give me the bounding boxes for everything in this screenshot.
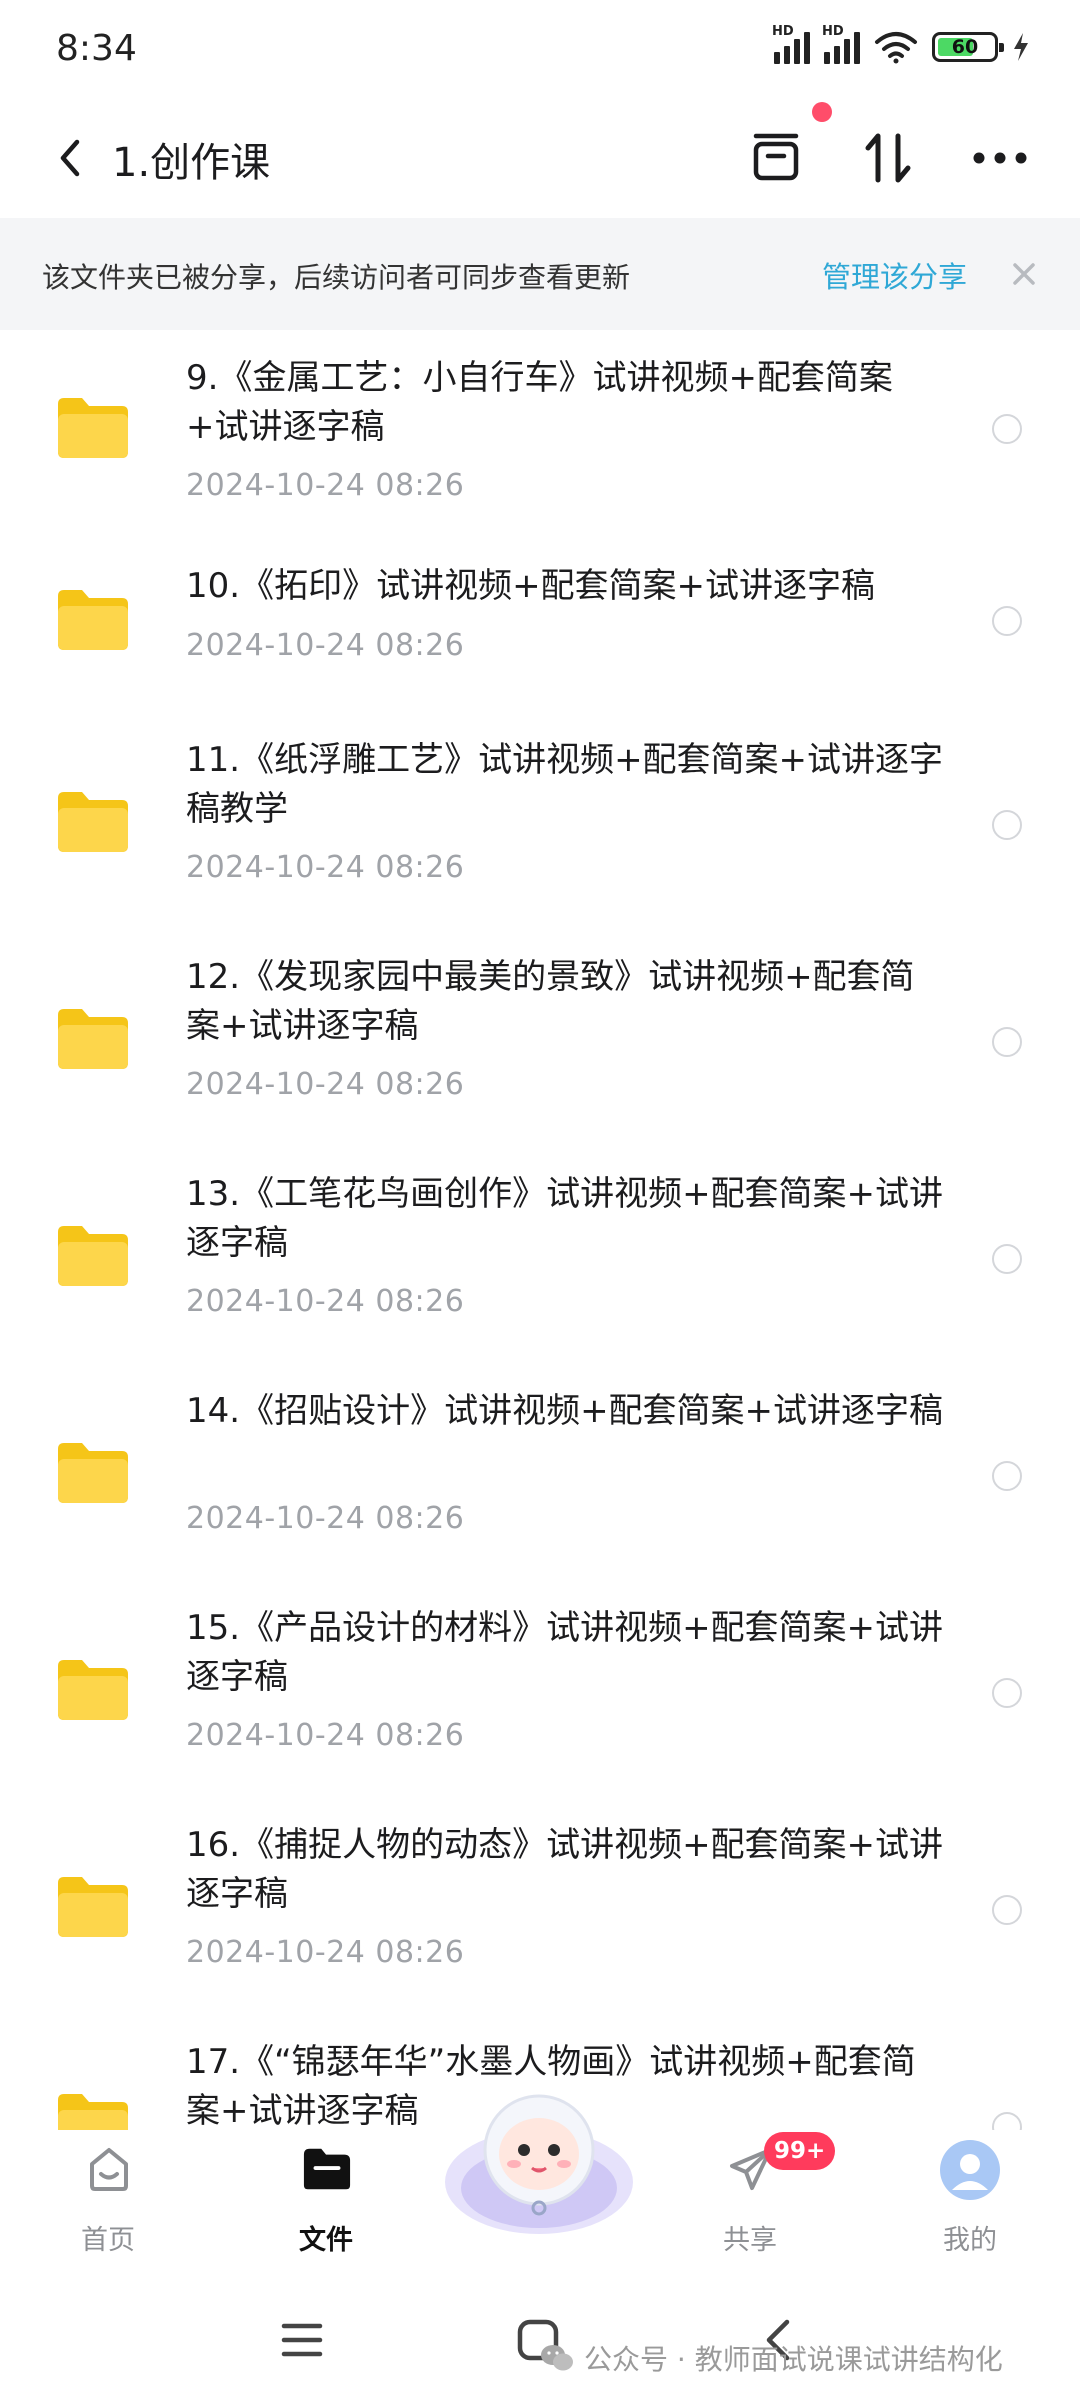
select-radio[interactable] (992, 810, 1022, 840)
file-name: 10.《拓印》试讲视频+配套简案+试讲逐字稿 (186, 566, 876, 606)
file-list: 9.《金属工艺：小自行车》试讲视频+配套简案+试讲逐字稿 2024-10-24 … (0, 330, 1080, 2130)
file-row[interactable]: 11.《纸浮雕工艺》试讲视频+配套简案+试讲逐字稿教学 2024-10-24 0… (0, 710, 1080, 927)
sort-icon (865, 133, 911, 183)
tab-label: 共享 (723, 2225, 777, 2256)
network-type-label: HD (772, 24, 794, 39)
tray-button[interactable] (742, 124, 810, 192)
close-banner-button[interactable] (1004, 254, 1044, 294)
menu-icon (281, 2323, 323, 2357)
battery-icon: 60 (932, 32, 1004, 62)
select-radio[interactable] (992, 1678, 1022, 1708)
file-row[interactable]: 10.《拓印》试讲视频+配套简案+试讲逐字稿 2024-10-24 08:26 (0, 540, 1080, 710)
file-date: 2024-10-24 08:26 (186, 850, 465, 885)
file-row[interactable]: 13.《工笔花鸟画创作》试讲视频+配套简案+试讲逐字稿 2024-10-24 0… (0, 1144, 1080, 1361)
status-icons: HD HD 60 (772, 24, 1030, 64)
signal-icon: HD (772, 24, 810, 64)
battery-level: 60 (951, 36, 979, 58)
page-title: 1.创作课 (112, 140, 271, 186)
tab-label: 我的 (943, 2225, 997, 2256)
folder-icon (58, 590, 128, 650)
folder-icon (58, 1443, 128, 1503)
file-name: 11.《纸浮雕工艺》试讲视频+配套简案+试讲逐字稿教学 (186, 740, 944, 829)
tab-home[interactable]: 首页 (38, 2130, 178, 2280)
wechat-icon (541, 2345, 573, 2371)
file-name: 16.《捕捉人物的动态》试讲视频+配套简案+试讲逐字稿 (186, 1825, 944, 1914)
home-icon (84, 2144, 134, 2194)
folder-icon (58, 2094, 128, 2130)
file-date: 2024-10-24 08:26 (186, 1718, 465, 1753)
menu-button[interactable] (272, 2310, 332, 2370)
file-row[interactable]: 14.《招贴设计》试讲视频+配套简案+试讲逐字稿 2024-10-24 08:2… (0, 1361, 1080, 1578)
network-type-label: HD (822, 24, 844, 39)
folder-icon (58, 792, 128, 852)
select-radio[interactable] (992, 1895, 1022, 1925)
tab-label: 文件 (299, 2225, 353, 2256)
tray-icon (753, 133, 799, 181)
charging-icon (1014, 33, 1028, 61)
file-date: 2024-10-24 08:26 (186, 628, 465, 663)
manage-share-link[interactable]: 管理该分享 (822, 254, 967, 296)
more-button[interactable] (966, 124, 1034, 192)
file-row[interactable]: 15.《产品设计的材料》试讲视频+配套简案+试讲逐字稿 2024-10-24 0… (0, 1578, 1080, 1795)
select-radio[interactable] (992, 2112, 1022, 2130)
wifi-icon (875, 32, 917, 64)
file-date: 2024-10-24 08:26 (186, 468, 465, 503)
select-radio[interactable] (992, 1027, 1022, 1057)
back-button[interactable] (42, 130, 98, 186)
status-bar: 8:34 HD HD 60 (0, 0, 1080, 100)
folder-icon (58, 1660, 128, 1720)
select-radio[interactable] (992, 606, 1022, 636)
file-name: 12.《发现家园中最美的景致》试讲视频+配套简案+试讲逐字稿 (186, 957, 915, 1046)
watermark: 公众号 · 教师面试说课试讲结构化 (540, 2338, 1003, 2378)
avatar-icon (938, 2138, 1002, 2202)
tab-label: 首页 (81, 2225, 135, 2256)
more-icon (973, 152, 1027, 164)
file-name: 15.《产品设计的材料》试讲视频+配套简案+试讲逐字稿 (186, 1608, 944, 1697)
select-radio[interactable] (992, 1244, 1022, 1274)
folder-icon (58, 1877, 128, 1937)
folder-icon (58, 398, 128, 458)
share-badge: 99+ (764, 2132, 836, 2170)
close-icon (1013, 263, 1035, 285)
app-screen: 8:34 HD HD 60 1.创作课 该文件夹已被分享，后续访问者可同步查看更… (0, 0, 1080, 2401)
file-date: 2024-10-24 08:26 (186, 1067, 465, 1102)
mascot-button[interactable] (442, 2078, 636, 2238)
nav-bar: 1.创作课 (0, 100, 1080, 218)
signal-icon: HD (822, 24, 860, 64)
tab-files[interactable]: 文件 (256, 2130, 396, 2280)
select-radio[interactable] (992, 414, 1022, 444)
file-date: 2024-10-24 08:26 (186, 1501, 465, 1536)
file-row[interactable]: 9.《金属工艺：小自行车》试讲视频+配套简案+试讲逐字稿 2024-10-24 … (0, 330, 1080, 540)
notification-dot (812, 102, 832, 122)
file-row[interactable]: 16.《捕捉人物的动态》试讲视频+配套简案+试讲逐字稿 2024-10-24 0… (0, 1795, 1080, 2012)
select-radio[interactable] (992, 1461, 1022, 1491)
file-date: 2024-10-24 08:26 (186, 1935, 465, 1970)
file-date: 2024-10-24 08:26 (186, 1284, 465, 1319)
file-name: 14.《招贴设计》试讲视频+配套简案+试讲逐字稿 (186, 1391, 944, 1431)
folder-icon (58, 1226, 128, 1286)
file-name: 13.《工笔花鸟画创作》试讲视频+配套简案+试讲逐字稿 (186, 1174, 944, 1263)
file-row[interactable]: 12.《发现家园中最美的景致》试讲视频+配套简案+试讲逐字稿 2024-10-2… (0, 927, 1080, 1144)
share-banner: 该文件夹已被分享，后续访问者可同步查看更新 管理该分享 (0, 218, 1080, 330)
share-banner-text: 该文件夹已被分享，后续访问者可同步查看更新 (42, 261, 631, 294)
back-icon (60, 139, 80, 177)
watermark-text: 公众号 · 教师面试说课试讲结构化 (584, 2343, 1003, 2376)
status-time: 8:34 (56, 28, 137, 69)
folder-tab-icon (302, 2144, 352, 2194)
tab-me[interactable]: 我的 (900, 2130, 1040, 2280)
sort-button[interactable] (854, 124, 922, 192)
file-name: 9.《金属工艺：小自行车》试讲视频+配套简案+试讲逐字稿 (186, 358, 893, 447)
folder-icon (58, 1009, 128, 1069)
